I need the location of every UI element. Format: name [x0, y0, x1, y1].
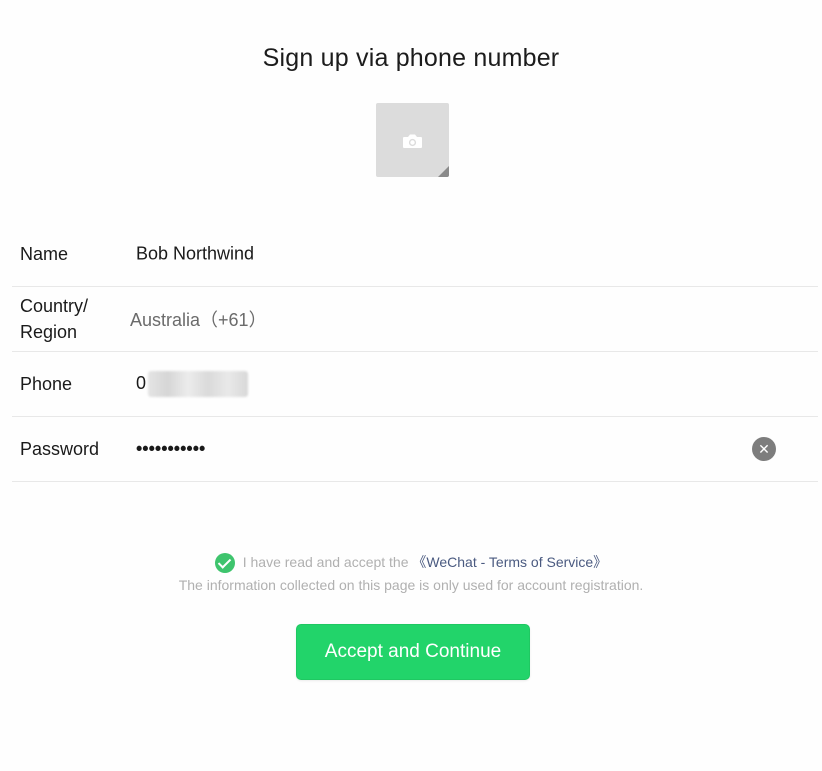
terms-link[interactable]: 《WeChat - Terms of Service》 [412, 554, 607, 570]
agreement-text: I have read and accept the [242, 554, 413, 570]
camera-icon [403, 134, 422, 148]
country-label-line2: Region [20, 322, 78, 342]
name-field[interactable]: Bob Northwind [136, 244, 254, 265]
phone-prefix: 0 [136, 372, 147, 393]
signup-page: Sign up via phone number Name Bob Northw… [0, 0, 822, 771]
clear-icon[interactable]: ✕ [752, 437, 776, 461]
password-label: Password [20, 439, 100, 459]
name-row: Name Bob Northwind [12, 222, 818, 287]
signup-form: Name Bob Northwind Country/ Region Austr… [12, 222, 818, 482]
country-row[interactable]: Country/ Region Australia（+61） [12, 287, 818, 352]
password-field[interactable]: ••••••••••• [136, 439, 205, 460]
agreement-line: I have read and accept the 《WeChat - Ter… [0, 552, 822, 574]
name-label: Name [20, 244, 69, 264]
phone-label: Phone [20, 374, 73, 394]
privacy-note: The information collected on this page i… [178, 577, 644, 593]
country-label-line1: Country/ [20, 296, 89, 316]
phone-redacted-digits [148, 371, 249, 397]
country-label: Country/ Region [20, 293, 88, 345]
avatar-upload[interactable] [376, 103, 449, 177]
phone-field[interactable]: 0 [136, 371, 249, 397]
avatar-corner-mark [438, 166, 449, 177]
page-title: Sign up via phone number [262, 44, 560, 72]
agree-checkbox[interactable] [214, 553, 235, 574]
country-selector[interactable]: Australia（+61） [130, 306, 267, 332]
phone-row: Phone 0 [12, 352, 818, 417]
password-row: Password ••••••••••• ✕ [12, 417, 818, 482]
accept-continue-button[interactable]: Accept and Continue [296, 624, 530, 680]
